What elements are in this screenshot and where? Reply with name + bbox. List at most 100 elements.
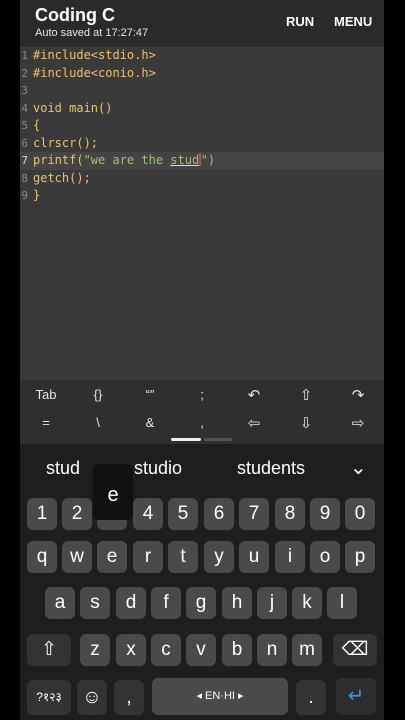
undo-icon[interactable]: ↶ [228, 386, 280, 404]
tab-key[interactable]: Tab [20, 387, 72, 402]
app-bar: Coding C Auto saved at 17:27:47 RUN MENU [20, 0, 384, 47]
key-p[interactable]: p [345, 541, 375, 573]
suggestion-3[interactable]: students [237, 458, 305, 479]
line-number: 6 [21, 136, 28, 150]
key-2[interactable]: 2 [62, 498, 92, 530]
screen: Coding C Auto saved at 17:27:47 RUN MENU… [20, 0, 384, 720]
code-text: printf("we are the stud ") [33, 152, 215, 170]
code-text: #include<stdio.h> [33, 48, 156, 62]
app-title: Coding C [35, 5, 115, 25]
arrow-left-icon[interactable]: ⇦ [228, 414, 280, 432]
key-5[interactable]: 5 [168, 498, 198, 530]
code-call: printf( [33, 153, 84, 167]
code-line[interactable]: 8 getch(); [20, 170, 384, 188]
code-line[interactable]: 9 } [20, 187, 384, 205]
key-w[interactable]: w [62, 541, 92, 573]
key-7[interactable]: 7 [239, 498, 269, 530]
equals-key[interactable]: = [20, 415, 72, 430]
key-v[interactable]: v [186, 634, 216, 666]
enter-icon[interactable]: ↵ [336, 678, 376, 715]
menu-button[interactable]: MENU [334, 14, 372, 29]
line-number: 1 [21, 49, 28, 62]
key-o[interactable]: o [310, 541, 340, 573]
code-text: getch(); [33, 170, 91, 185]
line-number: 3 [21, 84, 28, 97]
key-l[interactable]: l [327, 587, 357, 619]
code-line[interactable]: 5 { [20, 117, 384, 135]
key-c[interactable]: c [151, 634, 181, 666]
key-u[interactable]: u [239, 541, 269, 573]
key-8[interactable]: 8 [275, 498, 305, 530]
comma-symbol-key[interactable]: , [176, 415, 228, 430]
key-n[interactable]: n [257, 634, 287, 666]
backspace-icon[interactable]: ⌫ [333, 634, 377, 666]
line-number: 9 [21, 189, 28, 202]
emoji-icon[interactable]: ☺ [77, 680, 107, 715]
key-k[interactable]: k [292, 587, 322, 619]
code-editor[interactable]: 1 #include<stdio.h> 2 #include<conio.h> … [20, 47, 384, 380]
page-indicator [204, 438, 232, 441]
string-literal: "we are the [83, 153, 171, 167]
comma-key[interactable]: , [114, 680, 144, 715]
key-s[interactable]: s [80, 587, 110, 619]
key-f[interactable]: f [151, 587, 181, 619]
quotes-key[interactable]: “” [124, 387, 176, 402]
key-m[interactable]: m [292, 634, 322, 666]
key-a[interactable]: a [45, 587, 75, 619]
key-h[interactable]: h [222, 587, 252, 619]
key-preview-popup: e [93, 464, 133, 520]
key-t[interactable]: t [168, 541, 198, 573]
key-g[interactable]: g [186, 587, 216, 619]
key-j[interactable]: j [257, 587, 287, 619]
symbols-key[interactable]: ?१२३ [27, 680, 71, 715]
code-line[interactable]: 4 void main() [20, 100, 384, 118]
code-text: } [33, 188, 41, 202]
semicolon-key[interactable]: ; [176, 387, 228, 402]
current-code-line[interactable]: 7 printf("we are the stud ") [20, 152, 384, 170]
key-i[interactable]: i [275, 541, 305, 573]
symbol-bar: Tab {} “” ; ↶ ⇧ ↷ = \ & , ⇦ ⇩ ⇨ [20, 380, 384, 444]
braces-key[interactable]: {} [72, 387, 124, 402]
shift-icon[interactable]: ⇧ [27, 634, 71, 666]
line-number: 4 [21, 101, 28, 115]
code-line[interactable]: 1 #include<stdio.h> [20, 47, 384, 65]
key-r[interactable]: r [133, 541, 163, 573]
page-indicator-active [171, 438, 201, 441]
backslash-key[interactable]: \ [72, 415, 124, 430]
key-y[interactable]: y [204, 541, 234, 573]
space-bar[interactable]: ◂ EN·HI ▸ [152, 678, 288, 715]
line-number: 8 [21, 171, 28, 185]
key-b[interactable]: b [222, 634, 252, 666]
code-text: clrscr(); [33, 135, 99, 150]
key-q[interactable]: q [27, 541, 57, 573]
key-4[interactable]: 4 [133, 498, 163, 530]
arrow-right-icon[interactable]: ⇨ [332, 414, 384, 432]
code-text: #include<conio.h> [33, 65, 156, 80]
code-line[interactable]: 2 #include<conio.h> [20, 65, 384, 83]
key-z[interactable]: z [80, 634, 110, 666]
code-line[interactable]: 6 clrscr(); [20, 135, 384, 153]
key-x[interactable]: x [116, 634, 146, 666]
suggestion-1[interactable]: stud [46, 458, 80, 479]
code-line[interactable]: 3 [20, 82, 384, 100]
run-button[interactable]: RUN [286, 14, 314, 29]
ampersand-key[interactable]: & [124, 415, 176, 430]
key-9[interactable]: 9 [310, 498, 340, 530]
suggestion-2[interactable]: studio [134, 458, 182, 479]
key-d[interactable]: d [116, 587, 146, 619]
period-key[interactable]: . [296, 680, 326, 715]
key-1[interactable]: 1 [27, 498, 57, 530]
line-number: 7 [21, 154, 28, 167]
key-e[interactable]: e [97, 541, 127, 573]
code-text: void main() [33, 100, 113, 115]
arrow-up-icon[interactable]: ⇧ [280, 386, 332, 404]
autosave-status: Auto saved at 17:27:47 [35, 27, 149, 39]
line-number: 2 [21, 66, 28, 80]
key-0[interactable]: 0 [345, 498, 375, 530]
code-closing: ") [200, 153, 216, 167]
code-text: { [33, 118, 41, 132]
redo-icon[interactable]: ↷ [332, 386, 384, 404]
key-6[interactable]: 6 [204, 498, 234, 530]
chevron-down-icon[interactable]: ⌄ [350, 455, 367, 480]
arrow-down-icon[interactable]: ⇩ [280, 414, 332, 432]
